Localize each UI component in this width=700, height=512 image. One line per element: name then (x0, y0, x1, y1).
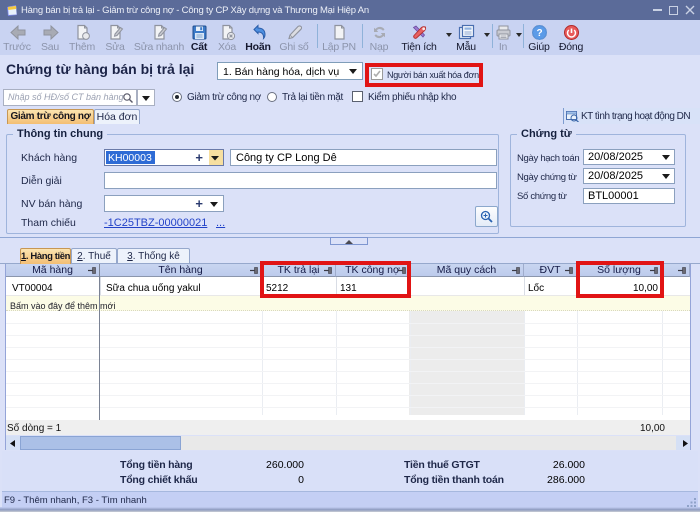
svg-text:?: ? (536, 28, 542, 39)
